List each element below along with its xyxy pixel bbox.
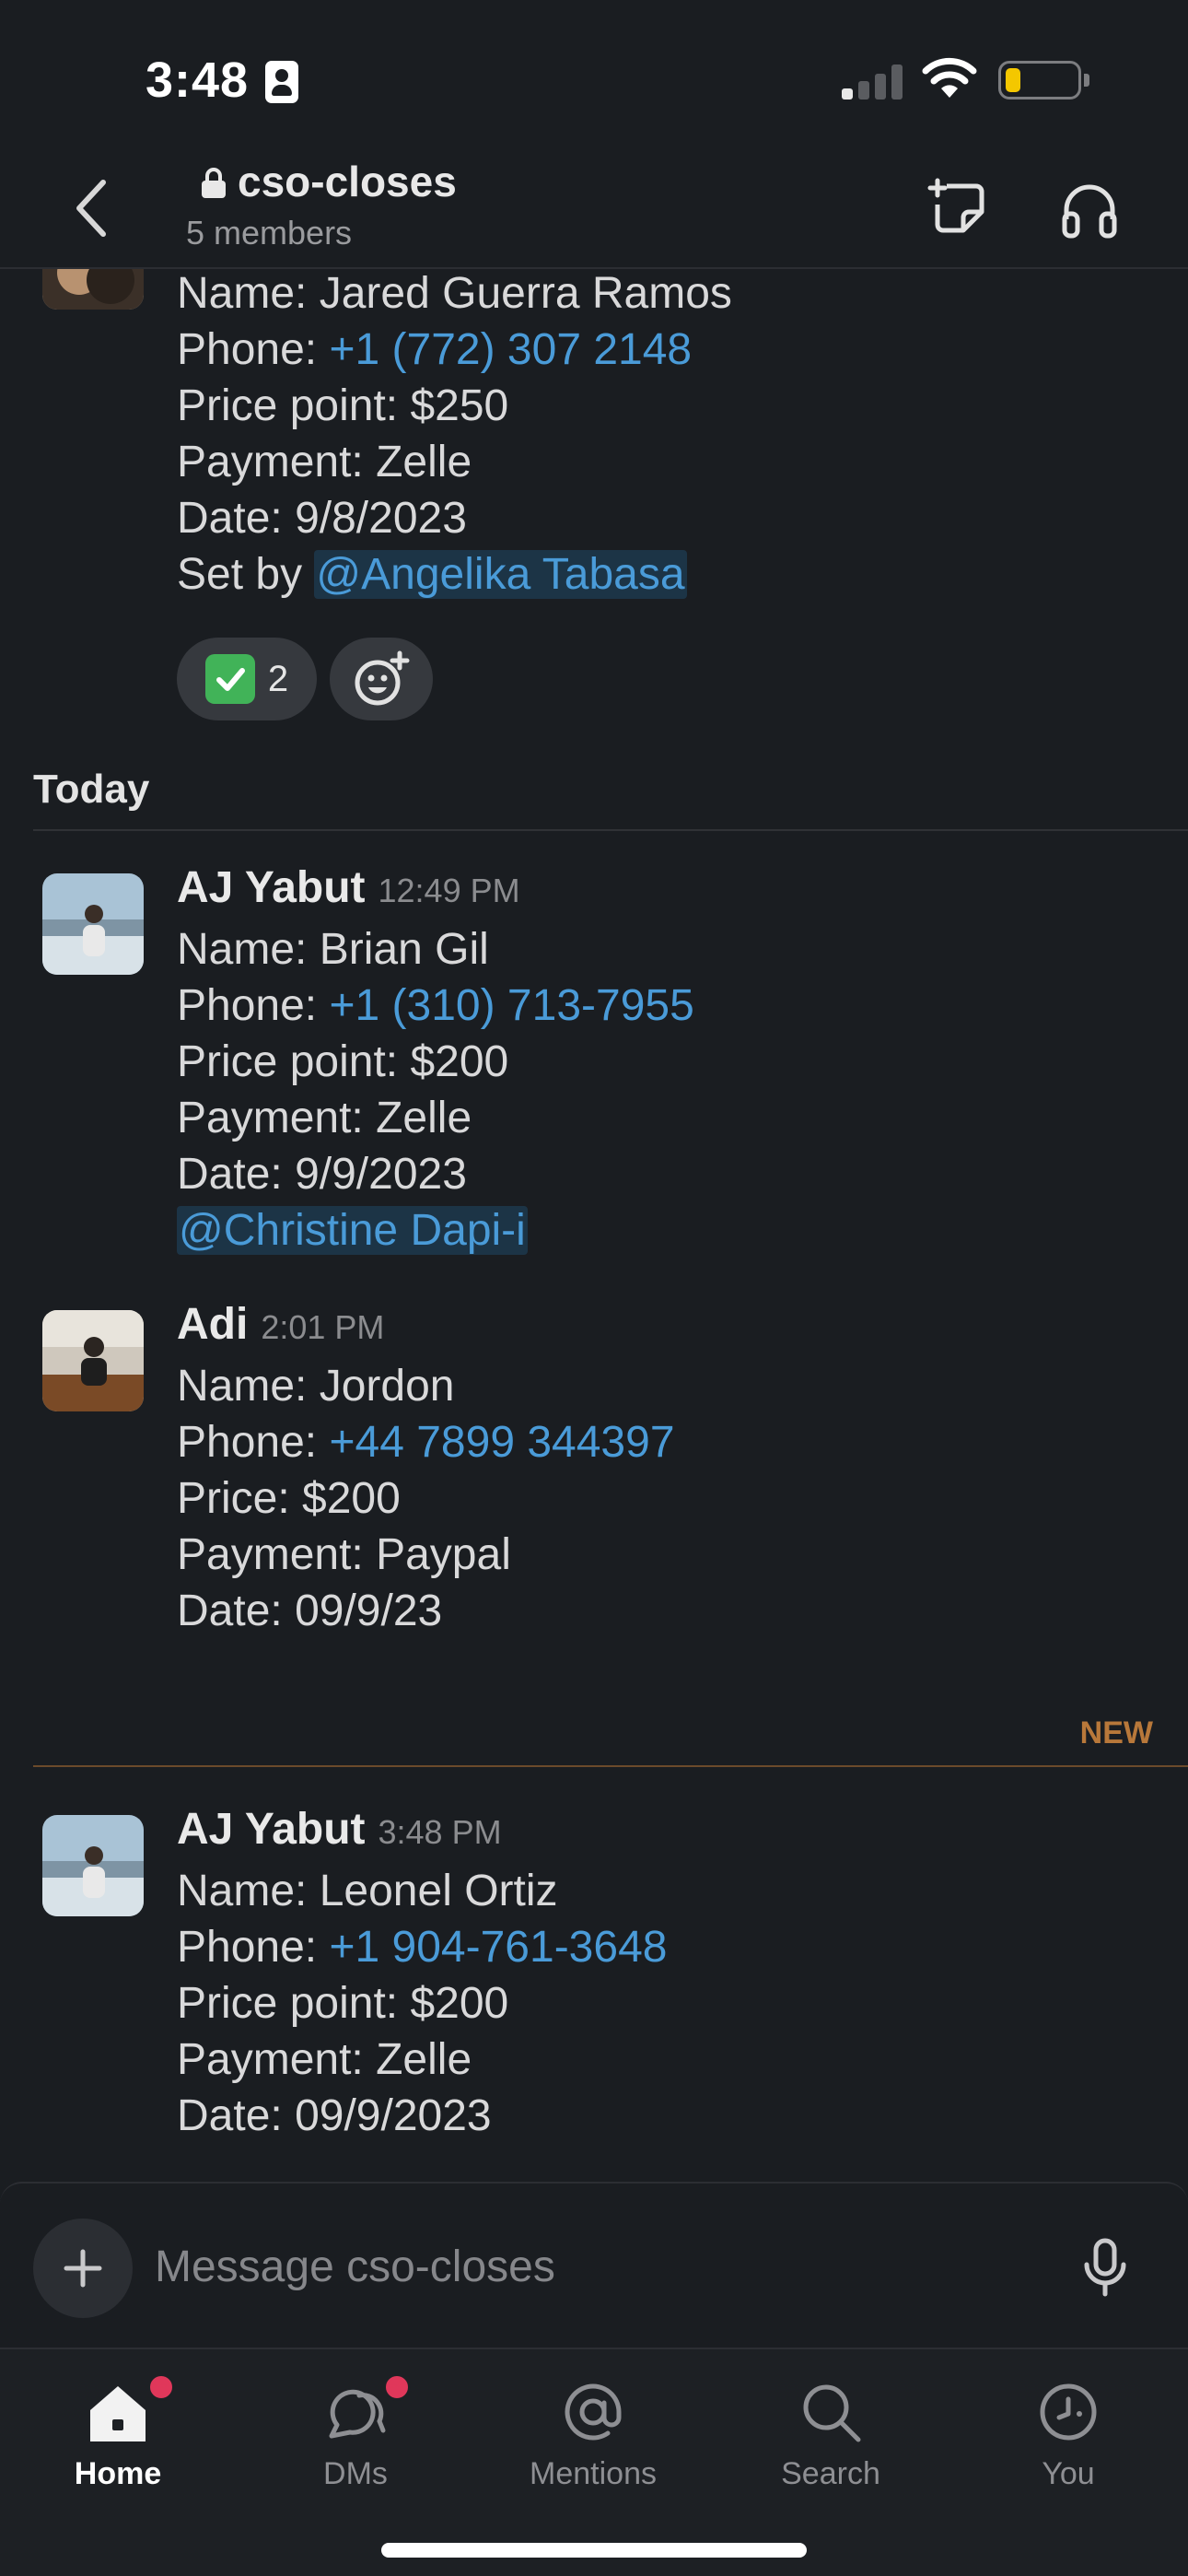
- channel-name: cso-closes: [238, 158, 457, 205]
- payment-line: Payment: Zelle: [177, 2035, 472, 2084]
- dms-badge: [383, 2373, 411, 2401]
- date-line: Date: 09/9/2023: [177, 2091, 492, 2140]
- message-timestamp: 2:01 PM: [261, 1308, 385, 1346]
- cellular-signal-icon: [842, 63, 904, 100]
- checkmark-icon: [204, 654, 255, 704]
- message-timestamp: 3:48 PM: [378, 1813, 502, 1851]
- date-line: Date: 9/8/2023: [177, 494, 467, 543]
- back-button[interactable]: [64, 173, 120, 243]
- phone-line: Phone: +1 (772) 307 2148: [177, 322, 732, 378]
- price-line: Price: $200: [177, 1474, 401, 1523]
- price-line: Price point: $200: [177, 1979, 509, 2028]
- dms-icon: [329, 2389, 386, 2439]
- message-feed[interactable]: Name: Jared Guerra Ramos Phone: +1 (772)…: [0, 269, 1188, 2182]
- day-divider: Today: [33, 767, 1188, 831]
- home-badge: [147, 2373, 175, 2401]
- phone-link[interactable]: +1 904-761-3648: [329, 1923, 667, 1972]
- phone-link[interactable]: +44 7899 344397: [329, 1418, 674, 1467]
- client-name-line: Name: Brian Gil: [177, 925, 489, 974]
- phone-line: Phone: +1 904-761-3648: [177, 1919, 667, 1975]
- phone-label: Phone:: [177, 325, 330, 374]
- price-line: Price point: $250: [177, 381, 509, 430]
- user-mention[interactable]: @Angelika Tabasa: [314, 550, 687, 599]
- phone-line: Phone: +44 7899 344397: [177, 1414, 675, 1470]
- headphones-icon[interactable]: [1057, 177, 1122, 241]
- message-author[interactable]: AJ Yabut: [177, 1804, 366, 1855]
- you-icon: [1040, 2383, 1097, 2441]
- reaction-count: 2: [267, 658, 289, 699]
- client-name-line: Name: Jared Guerra Ramos: [177, 269, 732, 318]
- home-indicator[interactable]: [381, 2543, 807, 2558]
- tab-home[interactable]: Home: [35, 2366, 201, 2513]
- set-by-line: Set by @Angelika Tabasa: [177, 546, 732, 603]
- message-timestamp: 12:49 PM: [378, 872, 520, 909]
- tab-label: DMs: [323, 2456, 388, 2491]
- phone-label: Phone:: [177, 1923, 330, 1972]
- wifi-icon: [922, 57, 977, 98]
- phone-line: Phone: +1 (310) 713-7955: [177, 978, 694, 1034]
- tab-dms[interactable]: DMs: [273, 2366, 438, 2513]
- at-icon: [565, 2383, 622, 2441]
- tab-mentions[interactable]: Mentions: [510, 2366, 676, 2513]
- price-line: Price point: $200: [177, 1037, 509, 1086]
- status-bar: 3:48: [0, 0, 1188, 147]
- client-name-line: Name: Leonel Ortiz: [177, 1867, 558, 1915]
- reaction-checkmark[interactable]: 2: [177, 638, 317, 720]
- avatar[interactable]: [42, 1815, 144, 1916]
- message-author[interactable]: AJ Yabut: [177, 862, 366, 913]
- date-line: Date: 09/9/23: [177, 1587, 443, 1635]
- mention-line: @Christine Dapi-i: [177, 1202, 694, 1259]
- tab-bar: Home DMs Mentions Search You: [0, 2348, 1188, 2576]
- set-by-label: Set by: [177, 550, 315, 599]
- phone-link[interactable]: +1 (310) 713-7955: [329, 981, 693, 1030]
- tab-search[interactable]: Search: [748, 2366, 914, 2513]
- payment-line: Payment: Zelle: [177, 1094, 472, 1142]
- tab-you[interactable]: You: [985, 2366, 1151, 2513]
- message-input[interactable]: [155, 2230, 1039, 2303]
- channel-header: cso-closes 5 members: [0, 147, 1188, 269]
- add-emoji-icon: [355, 650, 410, 706]
- payment-line: Payment: Zelle: [177, 438, 472, 486]
- contact-card-icon: [265, 61, 298, 103]
- new-label: NEW: [1079, 1715, 1153, 1751]
- date-line: Date: 9/9/2023: [177, 1150, 467, 1199]
- payment-line: Payment: Paypal: [177, 1530, 511, 1579]
- day-label: Today: [33, 767, 150, 812]
- avatar[interactable]: [42, 873, 144, 975]
- phone-label: Phone:: [177, 1418, 330, 1467]
- phone-link[interactable]: +1 (772) 307 2148: [329, 325, 692, 374]
- add-reaction-button[interactable]: [330, 638, 433, 720]
- battery-nub: [1084, 74, 1089, 87]
- message-author[interactable]: Adi: [177, 1299, 248, 1350]
- microphone-icon[interactable]: [1077, 2233, 1133, 2303]
- home-icon: [90, 2386, 146, 2441]
- reactions-row: 2: [177, 638, 433, 720]
- user-mention[interactable]: @Christine Dapi-i: [177, 1206, 528, 1255]
- battery-icon: [998, 61, 1081, 100]
- plus-icon: [64, 2249, 102, 2288]
- tab-label: Search: [781, 2456, 880, 2491]
- lock-icon: [202, 168, 226, 198]
- phone-label: Phone:: [177, 981, 330, 1030]
- tab-label: You: [1042, 2456, 1095, 2491]
- tab-label: Mentions: [530, 2456, 657, 2491]
- tab-label: Home: [74, 2456, 162, 2491]
- canvas-icon[interactable]: [926, 175, 991, 240]
- channel-title[interactable]: cso-closes: [201, 157, 457, 206]
- member-count[interactable]: 5 members: [186, 214, 352, 252]
- search-icon: [803, 2384, 861, 2442]
- avatar[interactable]: [42, 1310, 144, 1411]
- avatar[interactable]: [42, 269, 144, 310]
- status-time: 3:48: [146, 53, 250, 108]
- attach-button[interactable]: [33, 2219, 133, 2318]
- client-name-line: Name: Jordon: [177, 1362, 455, 1411]
- message-composer: [0, 2182, 1188, 2348]
